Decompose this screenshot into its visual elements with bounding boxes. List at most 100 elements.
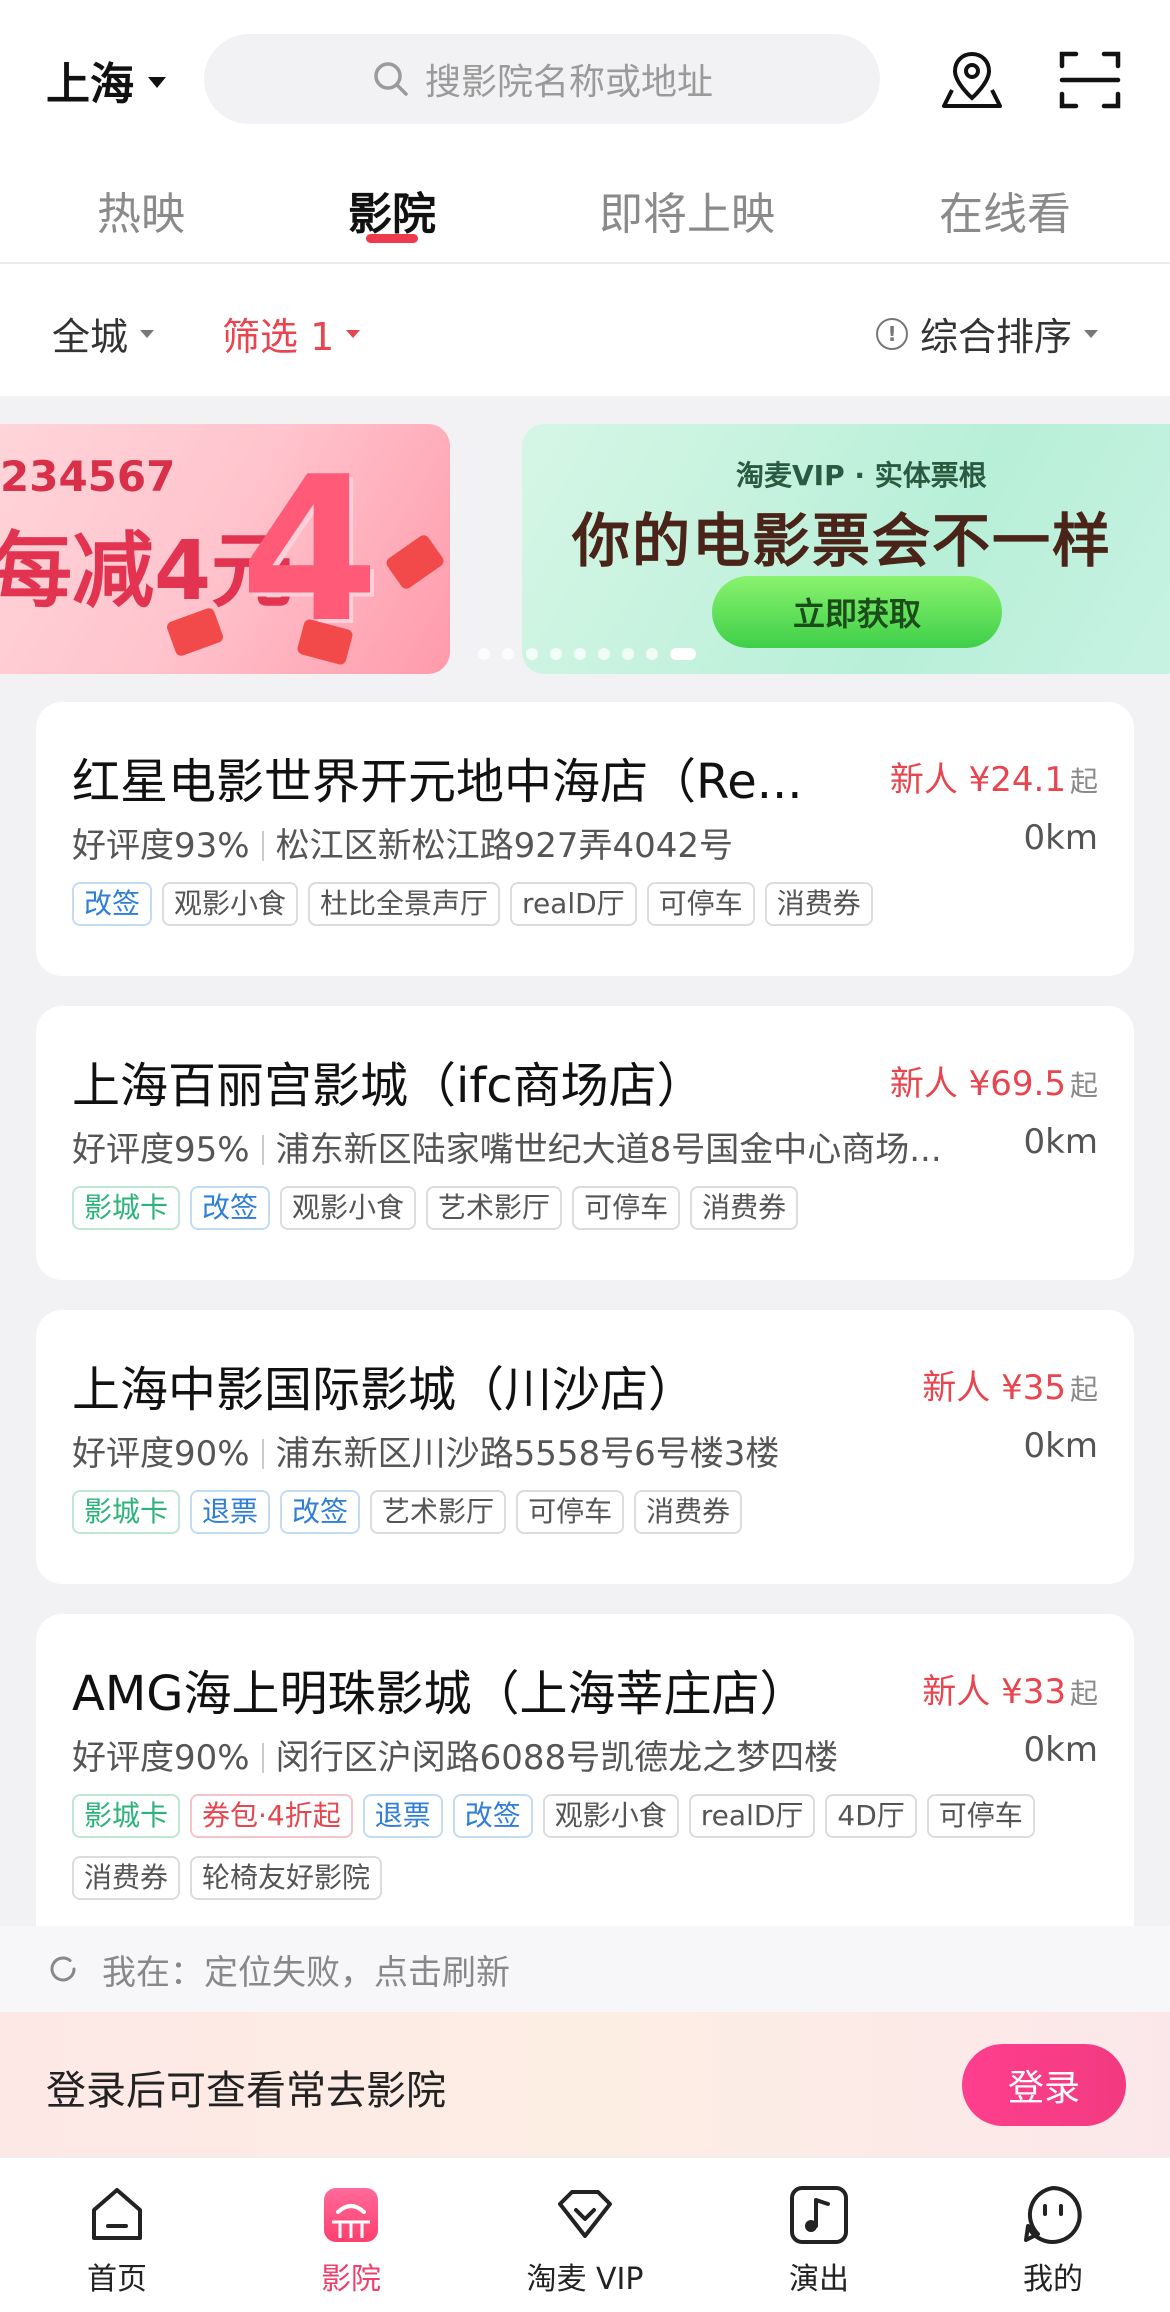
sort-dropdown-icon (1084, 329, 1099, 338)
search-icon (374, 62, 408, 96)
carousel-dot (478, 648, 490, 660)
cinema-card[interactable]: 红星电影世界开元地中海店（Re... 新人 ¥24.1 起 好评度93% 松江区新松… (36, 702, 1134, 976)
tab-coming-soon[interactable]: 即将上映 (599, 178, 775, 242)
map-location-button[interactable] (938, 46, 1006, 114)
cinema-card[interactable]: AMG海上明珠影城（上海莘庄店） 新人 ¥33 起 好评度90% 闵行区沪闵路608… (36, 1614, 1134, 1926)
carousel-dot (646, 648, 658, 660)
city-dropdown-icon (148, 76, 166, 88)
tag: 改签 (452, 1794, 533, 1838)
price-suffix: 起 (1069, 1373, 1098, 1406)
cinema-rating: 好评度90% (72, 1434, 250, 1474)
area-filter[interactable]: 全城 (52, 306, 155, 361)
tag: 消费券 (634, 1490, 743, 1534)
location-status: 我在：定位失败，点击刷新 (102, 1952, 510, 1993)
cinema-meta: 好评度95% 浦东新区陆家嘴世纪大道8号国金中心商场... (72, 1122, 992, 1171)
cinema-address: 浦东新区陆家嘴世纪大道8号国金中心商场... (275, 1130, 942, 1170)
carousel-dot (598, 648, 610, 660)
tab-hot[interactable]: 热映 (97, 178, 185, 242)
tab-watch-online[interactable]: 在线看 (939, 178, 1071, 242)
sort-dropdown[interactable]: ! 综合排序 (876, 306, 1099, 361)
nav-mine[interactable]: 我的 (973, 2182, 1133, 2298)
tag: 消费券 (690, 1186, 799, 1230)
cinema-distance: 0km (1023, 818, 1098, 858)
carousel-dot (574, 648, 586, 660)
tag: 观影小食 (542, 1794, 679, 1838)
login-button[interactable]: 登录 (962, 2044, 1126, 2126)
scan-button[interactable] (1056, 46, 1124, 114)
nav-mine-label: 我的 (1023, 2262, 1083, 2297)
tag: 退票 (190, 1490, 271, 1534)
nav-cinema[interactable]: 影院 (271, 2182, 431, 2298)
tag: 艺术影厅 (370, 1490, 507, 1534)
carousel-dot (550, 648, 562, 660)
tag: 观影小食 (280, 1186, 417, 1230)
refresh-icon (50, 1956, 76, 1982)
cinema-tags: 改签 观影小食 杜比全景声厅 realD厅 可停车 消费券 (72, 882, 1092, 926)
price-suffix: 起 (1069, 1677, 1098, 1710)
tag: 可停车 (516, 1490, 625, 1534)
home-icon (92, 2188, 142, 2240)
nav-show[interactable]: 演出 (739, 2182, 899, 2298)
cinema-card[interactable]: 上海中影国际影城（川沙店） 新人 ¥35 起 好评度90% 浦东新区川沙路5558号… (36, 1310, 1134, 1584)
carousel-dots (478, 648, 696, 660)
cinema-tags: 影城卡 券包·4折起 退票 改签 观影小食 realD厅 4D厅 可停车 消费券… (72, 1794, 1092, 1900)
cinema-address: 浦东新区川沙路5558号6号楼3楼 (275, 1434, 780, 1474)
cinema-distance: 0km (1023, 1122, 1098, 1162)
scan-icon (1059, 51, 1121, 109)
cinema-card[interactable]: 上海百丽宫影城（ifc商场店） 新人 ¥69.5 起 好评度95% 浦东新区陆家嘴世… (36, 1006, 1134, 1280)
nav-vip[interactable]: 淘麦 VIP (505, 2182, 665, 2298)
location-refresh-bar[interactable]: 我在：定位失败，点击刷新 (0, 1926, 1170, 2012)
price-suffix: 起 (1069, 1069, 1098, 1102)
tag: realD厅 (510, 882, 637, 926)
tag: 改签 (190, 1186, 271, 1230)
tag: 退票 (362, 1794, 443, 1838)
divider (261, 1439, 264, 1469)
cinema-name: 上海百丽宫影城（ifc商场店） (72, 1058, 705, 1114)
banner-number: 234567 (0, 452, 176, 501)
cinema-address: 闵行区沪闵路6088号凯德龙之梦四楼 (275, 1738, 839, 1778)
cinema-tags: 影城卡 改签 观影小食 艺术影厅 可停车 消费券 (72, 1186, 1092, 1230)
cinema-meta: 好评度90% 浦东新区川沙路5558号6号楼3楼 (72, 1426, 992, 1475)
main-tabs: 热映 影院 即将上映 在线看 (0, 160, 1170, 264)
carousel-dot (526, 648, 538, 660)
login-prompt-text: 登录后可查看常去影院 (46, 2068, 446, 2114)
tag: 可停车 (646, 882, 755, 926)
divider (261, 1135, 264, 1165)
search-bar[interactable]: 搜影院名称或地址 (204, 34, 880, 124)
music-note-icon (790, 2186, 848, 2244)
tag: 消费券 (764, 882, 873, 926)
promo-banner-discount[interactable]: 234567 每减4元 4 (0, 424, 450, 674)
bottom-nav: 首页 影院 淘麦 VIP 演出 我的 (0, 2156, 1170, 2312)
cinema-price: 新人 ¥69.5 起 (890, 1056, 1098, 1105)
filter-dropdown[interactable]: 筛选 1 (222, 306, 361, 361)
nav-home[interactable]: 首页 (37, 2182, 197, 2298)
city-selector[interactable]: 上海 (46, 50, 166, 110)
filter-bar: 全城 筛选 1 ! 综合排序 (0, 266, 1170, 396)
tag: 消费券 (72, 1856, 181, 1900)
tag: 杜比全景声厅 (308, 882, 501, 926)
tag: 艺术影厅 (426, 1186, 563, 1230)
price-value: 新人 ¥24.1 (889, 760, 1066, 800)
city-label: 上海 (46, 59, 134, 110)
map-pin-icon (942, 51, 1002, 108)
cinema-icon (324, 2188, 378, 2242)
tag: 改签 (280, 1490, 361, 1534)
divider (261, 1743, 264, 1773)
carousel-dot (502, 648, 514, 660)
red-envelope-icon (384, 532, 446, 592)
tab-cinema[interactable]: 影院 (348, 178, 436, 242)
banner-get-now-button[interactable]: 立即获取 (712, 576, 1002, 648)
top-header: 上海 搜影院名称或地址 (0, 0, 1170, 160)
info-icon: ! (876, 317, 908, 350)
filter-dropdown-icon (346, 329, 361, 338)
area-dropdown-icon (140, 329, 155, 338)
cinema-distance: 0km (1023, 1730, 1098, 1770)
price-value: 新人 ¥33 (922, 1672, 1066, 1712)
tag: realD厅 (688, 1794, 816, 1838)
cinema-meta: 好评度90% 闵行区沪闵路6088号凯德龙之梦四楼 (72, 1730, 992, 1779)
vip-heart-icon (558, 2190, 612, 2238)
nav-cinema-label: 影院 (321, 2262, 381, 2297)
nav-vip-label: 淘麦 VIP (526, 2262, 644, 2297)
promo-banner-vip[interactable]: 淘麦VIP · 实体票根 你的电影票会不一样 立即获取 (522, 424, 1170, 674)
tag: 4D厅 (825, 1794, 917, 1838)
